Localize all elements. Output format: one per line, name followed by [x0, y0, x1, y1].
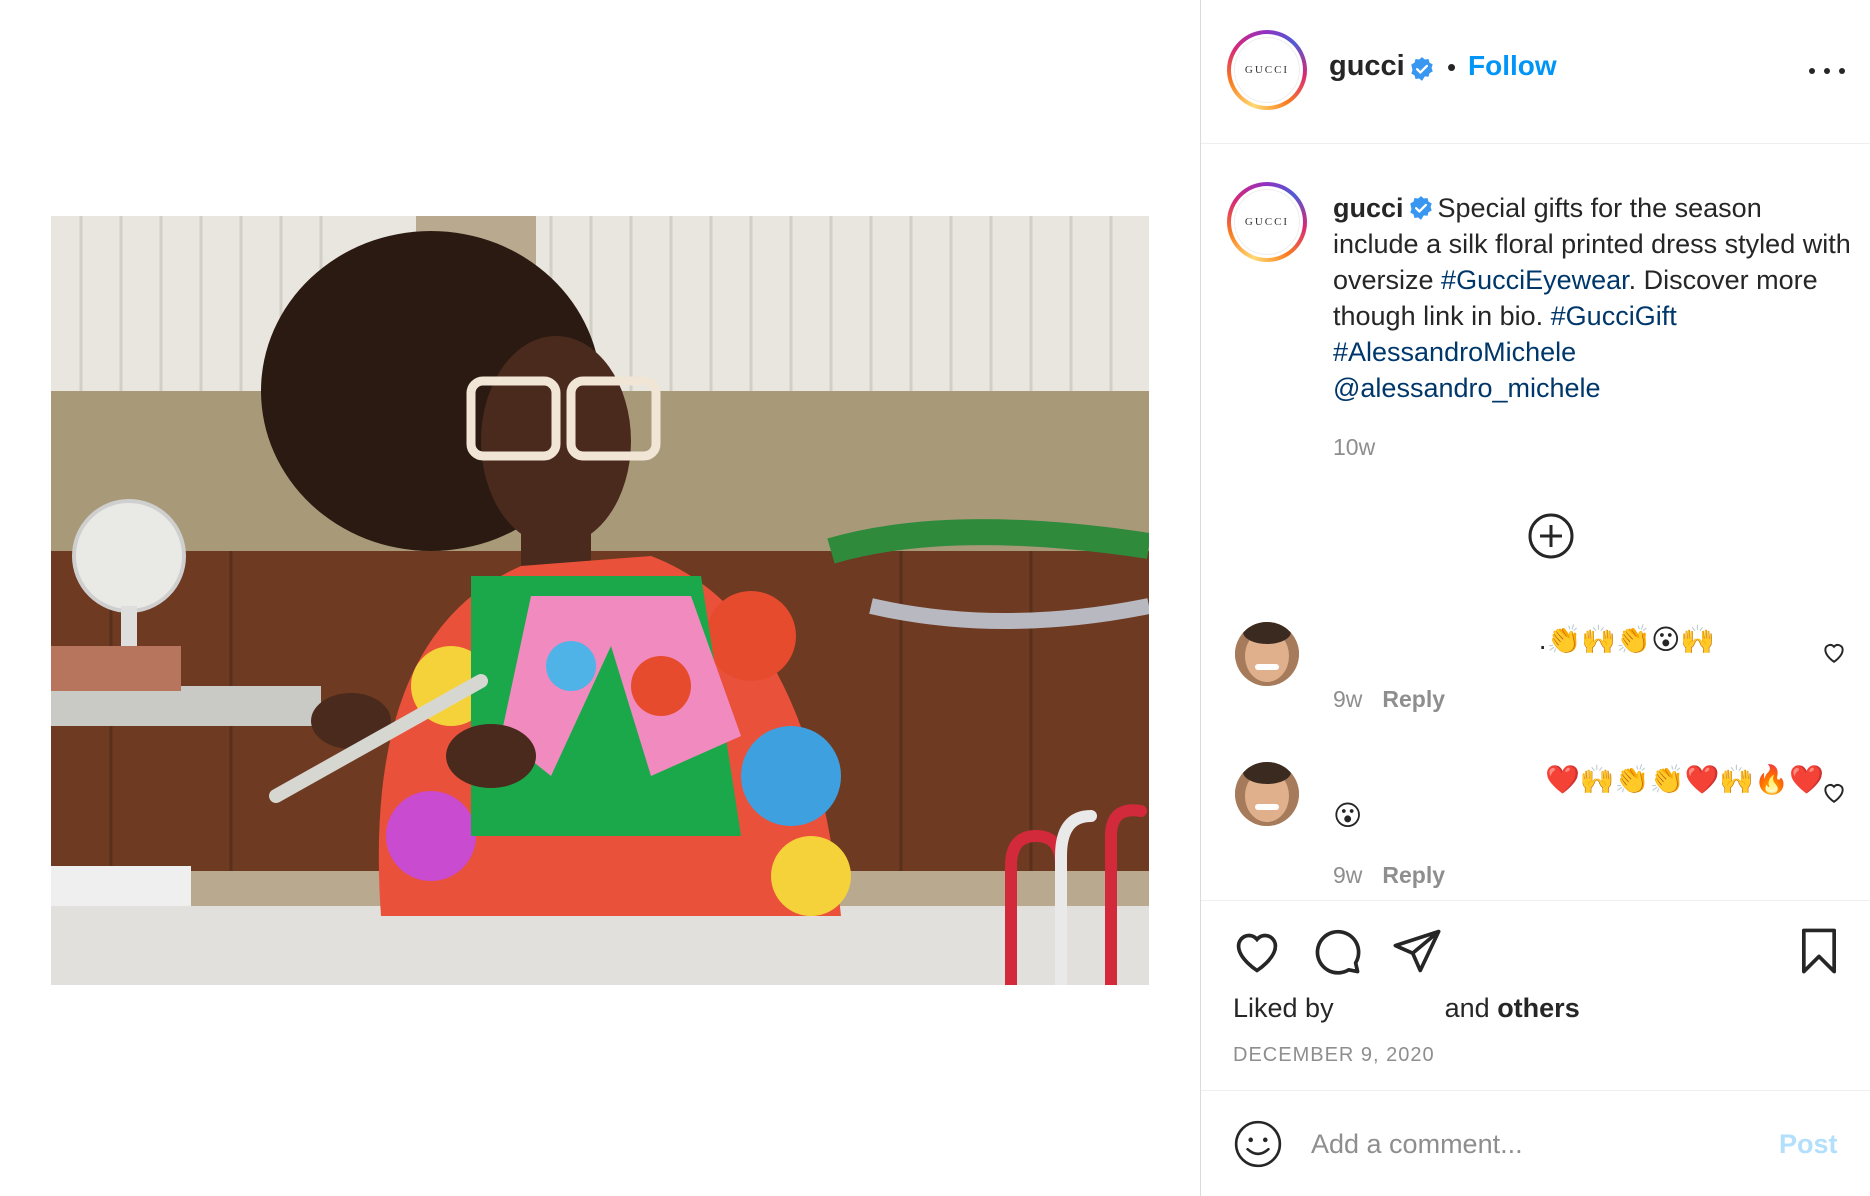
comment-text-continued: 😮 [1333, 800, 1363, 831]
more-options-icon[interactable] [1807, 60, 1847, 80]
caption-timestamp[interactable]: 10w [1333, 434, 1375, 461]
follow-button[interactable]: Follow [1468, 50, 1557, 82]
add-comment-bar: Post [1201, 1090, 1870, 1196]
caption-verified-badge-icon [1409, 195, 1432, 220]
caption-avatar[interactable]: GUCCI [1227, 182, 1307, 262]
mention-link[interactable]: @alessandro_michele [1333, 373, 1601, 403]
post-caption: gucci Special gifts for the season inclu… [1333, 190, 1853, 406]
comment-text: ❤️🙌👏👏❤️🙌🔥❤️ [1545, 764, 1824, 795]
header-separator-dot: • [1447, 52, 1457, 82]
post-photo[interactable] [51, 216, 1149, 985]
add-comment-input[interactable] [1311, 1121, 1731, 1167]
comment-timestamp[interactable]: 9w [1333, 686, 1362, 712]
comment-meta: 9w Reply [1333, 686, 1445, 713]
comment-text: .👏🙌👏😮🙌 [1531, 624, 1716, 655]
caption-username[interactable]: gucci [1333, 193, 1404, 223]
post-photo-illustration [51, 216, 1149, 985]
post-details-pane: GUCCI gucci • Follow GUCCI gucci Special… [1200, 0, 1870, 1196]
share-paper-plane-icon[interactable] [1391, 925, 1443, 977]
likes-and: and [1444, 993, 1490, 1023]
media-pane [0, 0, 1200, 1196]
caption-avatar-logo-text: GUCCI [1234, 189, 1300, 255]
comment-like-heart-icon[interactable] [1821, 639, 1847, 665]
like-heart-icon[interactable] [1231, 925, 1283, 977]
comment-like-heart-icon[interactable] [1821, 779, 1847, 805]
save-bookmark-icon[interactable] [1793, 925, 1845, 977]
post-date[interactable]: DECEMBER 9, 2020 [1233, 1044, 1435, 1067]
comment-avatar[interactable] [1235, 762, 1299, 826]
likes-summary[interactable]: Liked by and others [1233, 993, 1580, 1024]
emoji-smiley-icon[interactable] [1233, 1119, 1283, 1169]
verified-badge-icon [1411, 57, 1433, 81]
reply-button[interactable]: Reply [1382, 862, 1445, 888]
comment-avatar[interactable] [1235, 622, 1299, 686]
post-header: GUCCI gucci • Follow [1201, 0, 1870, 144]
avatar-face-icon [1235, 622, 1299, 686]
hashtag-link[interactable]: #GucciGift [1551, 301, 1677, 331]
reply-button[interactable]: Reply [1382, 686, 1445, 712]
likes-prefix: Liked by [1233, 993, 1334, 1023]
profile-avatar[interactable]: GUCCI [1227, 30, 1307, 110]
likes-others[interactable]: others [1497, 993, 1580, 1023]
hashtag-link[interactable]: #GucciEyewear [1441, 265, 1629, 295]
comment-meta: 9w Reply [1333, 862, 1445, 889]
comment-timestamp[interactable]: 9w [1333, 862, 1362, 888]
avatar-logo-text: GUCCI [1234, 37, 1300, 103]
header-username[interactable]: gucci [1329, 50, 1405, 83]
hashtag-link[interactable]: #AlessandroMichele [1333, 337, 1576, 367]
post-comment-button[interactable]: Post [1779, 1129, 1838, 1160]
avatar-face-icon [1235, 762, 1299, 826]
post-actions: Liked by and others DECEMBER 9, 2020 [1201, 900, 1870, 1090]
comment-bubble-icon[interactable] [1311, 925, 1363, 977]
load-more-comments-icon[interactable] [1527, 512, 1575, 560]
